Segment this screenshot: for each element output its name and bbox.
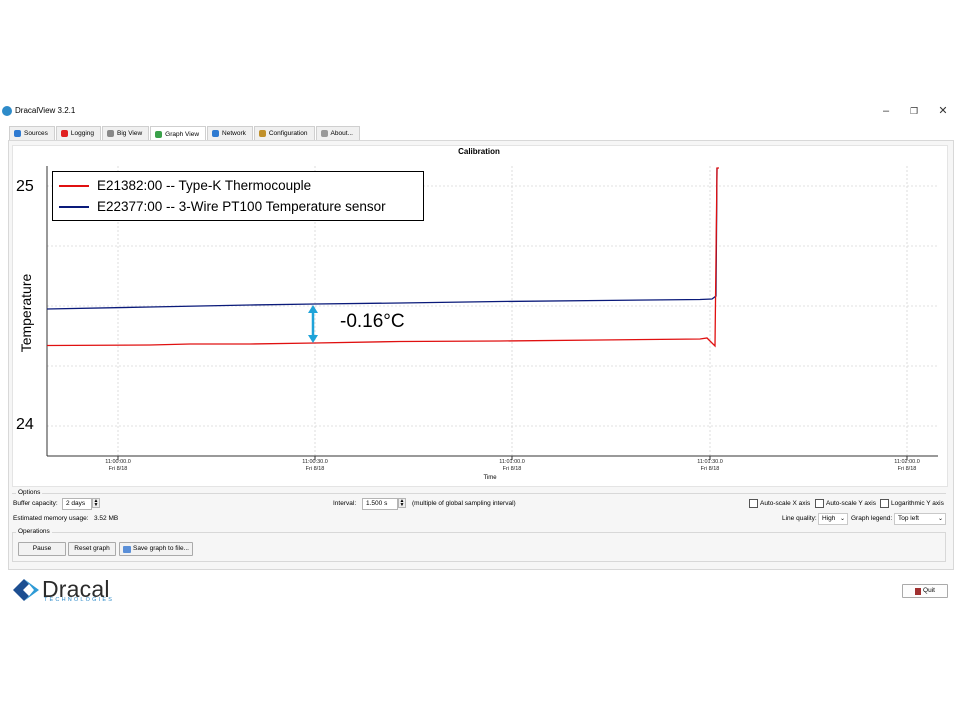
reset-graph-button[interactable]: Reset graph <box>68 542 116 556</box>
line-quality-value: High <box>822 515 836 522</box>
x-axis-title: Time <box>483 475 497 481</box>
graph-legend: E21382:00 -- Type-K Thermocouple E22377:… <box>52 171 424 221</box>
x-tick-time: 11:02:00.0 <box>894 459 920 465</box>
x-tick-day: Fri 8/18 <box>305 466 325 472</box>
x-tick-day: Fri 8/18 <box>108 466 128 472</box>
options-group-title: Options <box>16 489 43 496</box>
chevron-down-icon: ⌄ <box>937 516 943 522</box>
y-tick-label: 24 <box>16 416 34 433</box>
x-tick-day: Fri 8/18 <box>502 466 522 472</box>
x-tick-label: 11:02:00.0 Fri 8/18 <box>882 459 932 473</box>
delta-arrow-head-bottom <box>308 335 318 343</box>
logo-subtext: TECHNOLOGIES <box>44 597 115 603</box>
operations-group-title: Operations <box>16 528 52 535</box>
graph-legend-select[interactable]: Top left ⌄ <box>894 513 946 525</box>
buffer-capacity-stepper[interactable]: ▲ ▼ <box>92 498 100 508</box>
legend-swatch <box>59 184 89 187</box>
x-tick-label: 11:00:00.0 Fri 8/18 <box>93 459 143 473</box>
quit-label: Quit <box>923 587 935 594</box>
logarithmic-y-label: Logarithmic Y axis <box>891 500 944 507</box>
save-graph-label: Save graph to file... <box>132 545 189 552</box>
x-tick-label: 11:01:00.0 Fri 8/18 <box>487 459 537 473</box>
y-tick-label: 25 <box>16 178 34 195</box>
x-tick-day: Fri 8/18 <box>897 466 917 472</box>
save-graph-button[interactable]: Save graph to file... <box>119 542 193 556</box>
legend-item: E21382:00 -- Type-K Thermocouple <box>59 178 311 193</box>
interval-label: Interval: <box>333 500 357 507</box>
chevron-down-icon: ⌄ <box>839 516 845 522</box>
memory-usage-value: 3.52 MB <box>94 515 119 522</box>
plot-svg <box>46 166 938 460</box>
interval-input[interactable]: 1.500 s <box>362 498 398 510</box>
legend-item: E22377:00 -- 3-Wire PT100 Temperature se… <box>59 199 386 214</box>
interval-note: (multiple of global sampling interval) <box>412 500 516 507</box>
logarithmic-y-checkbox[interactable] <box>880 499 889 508</box>
save-icon <box>122 545 131 553</box>
buffer-capacity-input[interactable]: 2 days <box>62 498 92 510</box>
x-tick-label: 11:01:30.0 Fri 8/18 <box>685 459 735 473</box>
x-tick-time: 11:01:00.0 <box>499 459 525 465</box>
x-tick-day: Fri 8/18 <box>700 466 720 472</box>
line-quality-select[interactable]: High ⌄ <box>818 513 848 525</box>
graph-legend-label: Graph legend: <box>851 515 893 522</box>
pause-button[interactable]: Pause <box>18 542 66 556</box>
y-axis-label: Temperature <box>18 273 34 353</box>
line-quality-label: Line quality: <box>782 515 817 522</box>
memory-usage-label: Estimated memory usage: <box>13 515 89 522</box>
buffer-capacity-label: Buffer capacity: <box>13 500 58 507</box>
autoscale-y-label: Auto-scale Y axis <box>826 500 876 507</box>
quit-button[interactable]: Quit <box>902 584 948 598</box>
graph-legend-value: Top left <box>898 515 919 522</box>
delta-annotation-text: -0.16°C <box>340 311 405 332</box>
x-tick-label: 11:00:30.0 Fri 8/18 <box>290 459 340 473</box>
legend-label: E22377:00 -- 3-Wire PT100 Temperature se… <box>97 199 386 214</box>
autoscale-x-label: Auto-scale X axis <box>760 500 811 507</box>
x-tick-time: 11:00:00.0 <box>105 459 131 465</box>
interval-stepper[interactable]: ▲ ▼ <box>398 498 406 508</box>
dracal-logo-icon <box>13 579 39 601</box>
legend-swatch <box>59 205 89 208</box>
x-tick-time: 11:01:30.0 <box>697 459 723 465</box>
legend-label: E21382:00 -- Type-K Thermocouple <box>97 178 312 193</box>
x-tick-time: 11:00:30.0 <box>302 459 328 465</box>
exit-icon <box>915 587 922 595</box>
autoscale-x-checkbox[interactable] <box>749 499 758 508</box>
autoscale-y-checkbox[interactable] <box>815 499 824 508</box>
